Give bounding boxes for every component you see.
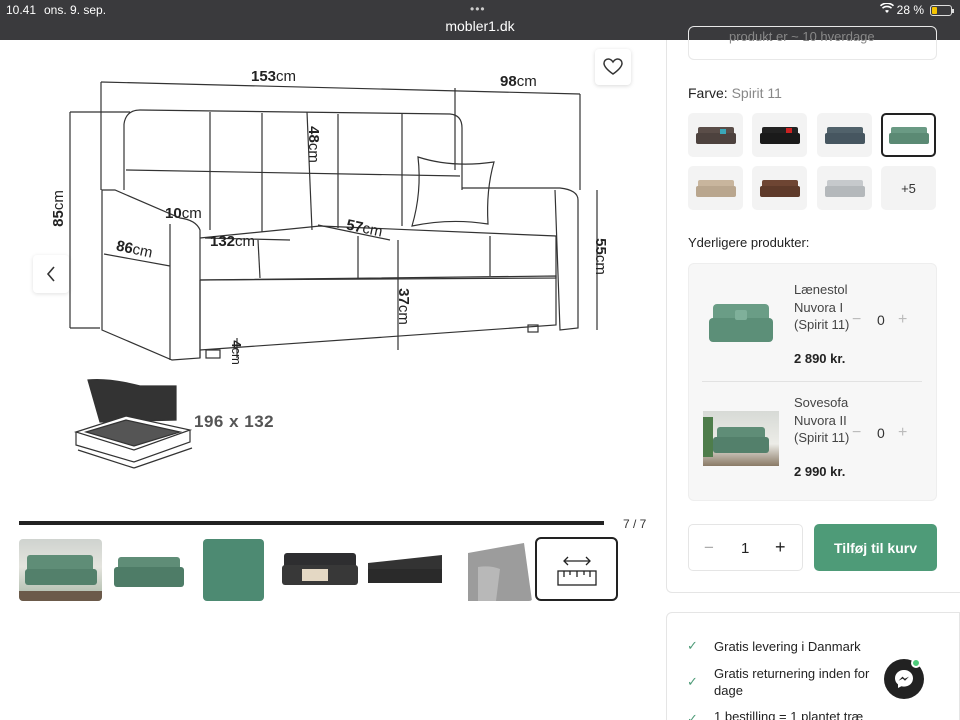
favorite-button[interactable] <box>595 49 631 85</box>
more-colors-button[interactable]: +5 <box>881 166 936 210</box>
quantity-value: 0 <box>877 425 885 441</box>
color-swatch-blue-grey[interactable] <box>817 113 872 157</box>
check-icon: ✓ <box>687 674 698 689</box>
extra-products-label: Yderligere produkter: <box>688 235 810 250</box>
product-image <box>703 296 779 352</box>
thumbnail[interactable] <box>108 539 191 601</box>
thumbnail[interactable] <box>19 539 102 601</box>
bed-size-label: 196 x 132 <box>194 412 275 431</box>
dim-arm-height: 55cm <box>591 238 609 275</box>
increase-button[interactable]: + <box>898 311 907 329</box>
wifi-icon <box>879 2 895 17</box>
dimension-drawing <box>69 81 598 469</box>
product-price: 2 890 kr. <box>794 351 846 366</box>
check-icon: ✓ <box>687 711 698 720</box>
color-swatch-black[interactable] <box>752 113 807 157</box>
delivery-info-box: produkt er ~ 10 hverdage <box>688 26 937 60</box>
gallery-progress <box>19 521 604 525</box>
thumbnail-strip <box>19 537 629 603</box>
dim-depth: 98cm <box>500 73 537 90</box>
color-label: Farve: Spirit 11 <box>688 85 782 101</box>
battery-icon <box>930 5 954 16</box>
heart-icon <box>603 58 623 75</box>
measure-icon <box>557 556 597 586</box>
check-icon: ✓ <box>687 638 698 653</box>
gallery-counter: 7 / 7 <box>623 517 647 531</box>
quantity-value: 0 <box>877 312 885 328</box>
extra-product-item: Sovesofa Nuvora II (Spirit 11) 2 990 kr.… <box>689 394 938 509</box>
color-value: Spirit 11 <box>731 85 782 101</box>
color-swatch-light-grey[interactable] <box>817 166 872 210</box>
dim-arm-width: 10cm <box>165 205 202 222</box>
usp-free-delivery: Gratis levering i Danmark <box>714 639 861 654</box>
decrease-button[interactable]: − <box>852 311 861 329</box>
thumbnail-active[interactable] <box>535 537 618 601</box>
delivery-info-text: produkt er ~ 10 hverdage <box>729 29 875 44</box>
dim-seat-width: 132cm <box>210 233 256 250</box>
extra-products-box: Lænestol Nuvora I (Spirit 11) 2 890 kr. … <box>688 263 937 501</box>
thumbnail[interactable] <box>278 539 361 601</box>
online-indicator <box>911 658 921 668</box>
increase-button[interactable]: + <box>898 424 907 442</box>
status-date: ons. 9. sep. <box>44 3 107 17</box>
quantity-value[interactable]: 1 <box>741 540 749 557</box>
product-price: 2 990 kr. <box>794 464 846 479</box>
dim-width: 153cm <box>251 68 297 85</box>
thumbnail[interactable] <box>364 539 447 601</box>
color-swatch-brown[interactable] <box>688 113 743 157</box>
extra-product-item: Lænestol Nuvora I (Spirit 11) 2 890 kr. … <box>689 281 938 396</box>
dim-height: 85cm <box>49 190 67 227</box>
dim-leg-height: 4cm <box>228 340 244 365</box>
thumbnail[interactable] <box>450 539 533 601</box>
quantity-stepper: − 1 + <box>688 524 803 571</box>
decrease-button[interactable]: − <box>852 424 861 442</box>
status-time: 10.41 <box>6 3 37 17</box>
tab-dots[interactable]: ••• <box>470 2 486 16</box>
color-swatch-dark-brown[interactable] <box>752 166 807 210</box>
usp-free-return: Gratis returnering inden for dage <box>714 666 870 698</box>
dim-back: 48cm <box>304 126 322 163</box>
usp-tree: 1 bestilling = 1 plantet træ <box>714 709 864 720</box>
chevron-left-icon <box>46 266 55 282</box>
thumbnail[interactable] <box>203 539 264 601</box>
divider <box>702 381 922 382</box>
dim-seat-height: 37cm <box>394 288 412 325</box>
add-to-cart-button[interactable]: Tilføj til kurv <box>814 524 937 571</box>
product-gallery: 153cm 98cm 85cm 48cm 10cm 86cm 132cm 57c… <box>0 40 660 520</box>
battery-percent: 28 % <box>896 3 924 17</box>
color-swatch-green[interactable] <box>881 113 936 157</box>
messenger-icon <box>895 670 913 688</box>
quantity-decrease-button[interactable]: − <box>704 538 714 558</box>
quantity-increase-button[interactable]: + <box>775 537 786 558</box>
product-image <box>703 411 779 466</box>
gallery-prev-button[interactable] <box>33 255 69 293</box>
color-swatch-beige[interactable] <box>688 166 743 210</box>
